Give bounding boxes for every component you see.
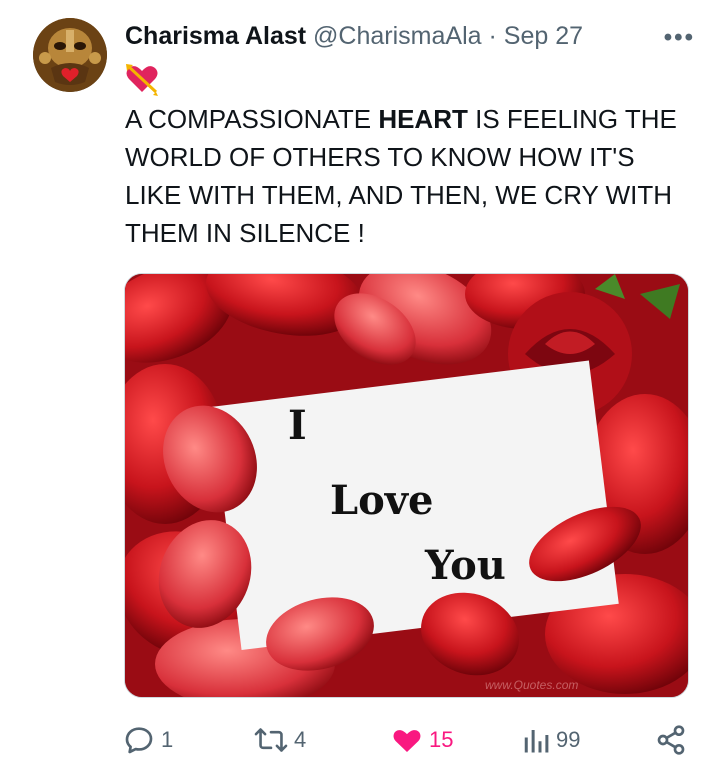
repost-count: 4	[294, 727, 307, 752]
card-line-i: I	[288, 402, 307, 449]
rose-petals-image: I Love You www.Quotes.com	[125, 274, 688, 697]
like-button[interactable]: 15	[391, 716, 453, 764]
action-bar: 1 4 15 99	[0, 716, 719, 764]
author-handle[interactable]: @CharismaAla	[313, 22, 481, 50]
post-media[interactable]: I Love You www.Quotes.com	[124, 273, 689, 698]
image-watermark: www.Quotes.com	[485, 678, 578, 692]
share-icon	[657, 725, 685, 755]
post-text: A COMPASSIONATE HEART IS FEELING THE WOR…	[125, 100, 695, 252]
author-name[interactable]: Charisma Alast	[125, 22, 306, 50]
view-count: 99	[556, 727, 581, 752]
post-date[interactable]: Sep 27	[504, 22, 583, 50]
card-line-love: Love	[330, 477, 434, 524]
card-line-you: You	[424, 542, 506, 589]
reply-count: 1	[161, 727, 174, 752]
reply-button[interactable]: 1	[123, 716, 173, 764]
views-button[interactable]: 99	[522, 716, 580, 764]
post-header: Charisma Alast @CharismaAla · Sep 27 •••	[125, 22, 695, 56]
header-separator: ·	[488, 22, 497, 50]
post-text-start: A COMPASSIONATE	[125, 104, 379, 134]
share-button[interactable]	[655, 716, 693, 764]
heart-icon	[393, 730, 421, 752]
repost-icon	[254, 728, 288, 752]
avatar[interactable]	[33, 18, 107, 92]
post-text-bold: HEART	[378, 104, 468, 134]
avatar-image	[33, 18, 107, 92]
views-icon	[524, 730, 549, 753]
repost-button[interactable]: 4	[254, 716, 306, 764]
more-icon[interactable]: •••	[664, 24, 695, 52]
heart-arrow-emoji	[124, 62, 164, 98]
like-count: 15	[429, 727, 454, 752]
reply-icon	[125, 727, 153, 754]
